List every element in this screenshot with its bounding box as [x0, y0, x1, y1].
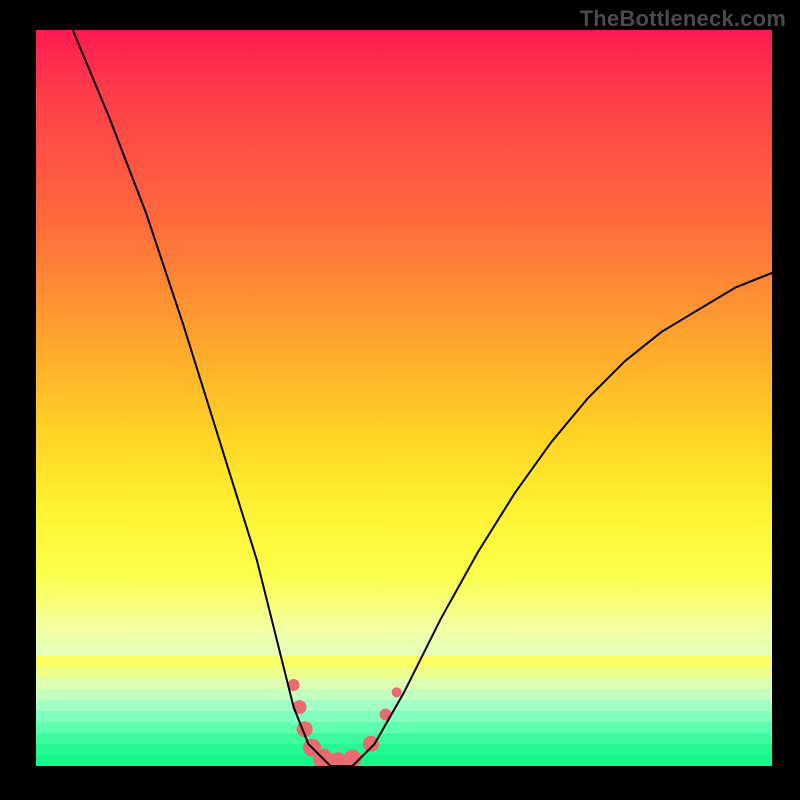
chart-marker: [344, 750, 362, 766]
chart-marker: [392, 687, 402, 697]
chart-marker: [363, 736, 379, 752]
chart-svg: [36, 30, 772, 766]
chart-markers-group: [288, 679, 402, 766]
chart-curve-line: [73, 30, 772, 766]
watermark-text: TheBottleneck.com: [580, 6, 786, 32]
chart-plot-area: [36, 30, 772, 766]
